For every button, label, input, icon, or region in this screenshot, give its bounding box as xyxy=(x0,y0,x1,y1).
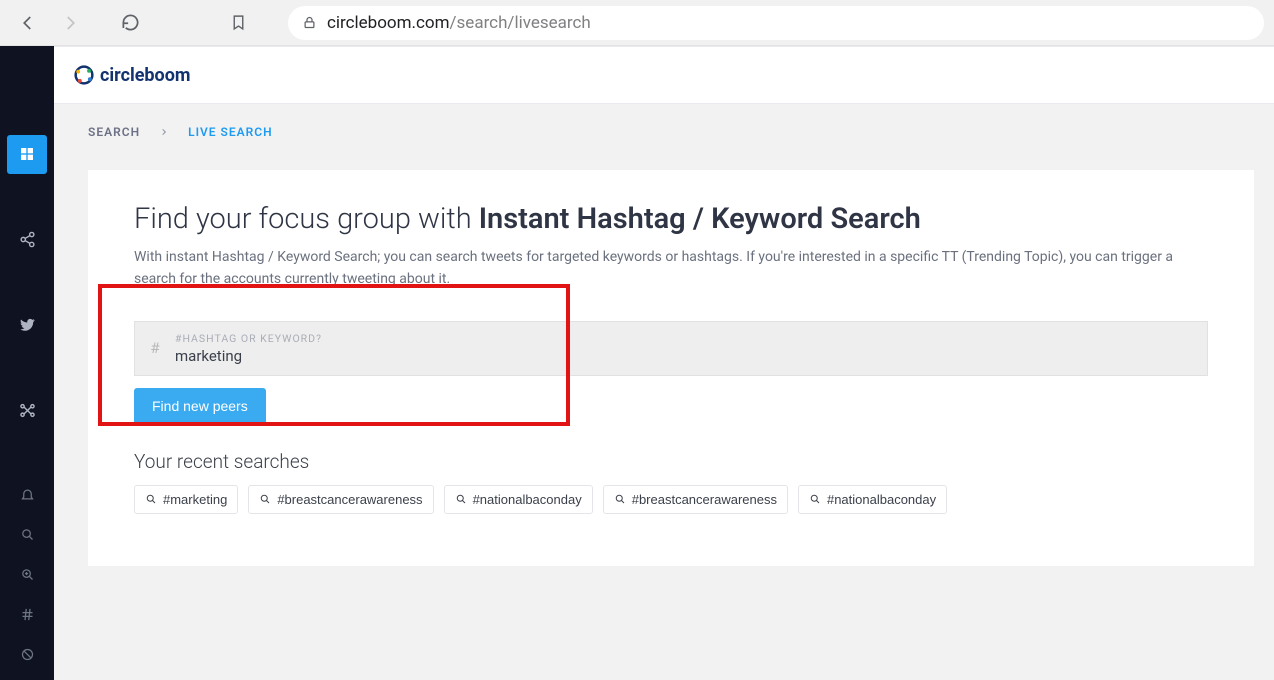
chevron-right-icon xyxy=(160,128,168,136)
recent-search-tag[interactable]: #nationalbaconday xyxy=(444,485,593,514)
logo[interactable]: circleboom xyxy=(74,65,190,86)
sidebar-item-connections[interactable] xyxy=(7,391,47,430)
recent-searches-heading: Your recent searches xyxy=(134,450,1208,473)
breadcrumb-current: Live Search xyxy=(188,125,273,139)
page-description: With instant Hashtag / Keyword Search; y… xyxy=(134,246,1208,291)
sidebar-nav xyxy=(0,46,54,680)
app-header: circleboom xyxy=(54,46,1274,104)
sidebar-item-dashboard[interactable] xyxy=(7,135,47,174)
sidebar-item-blocked[interactable] xyxy=(9,636,45,672)
recent-search-tag[interactable]: #breastcancerawareness xyxy=(248,485,433,514)
address-bar[interactable]: circleboom.com/search/livesearch xyxy=(288,6,1264,40)
sidebar-item-hashtag[interactable] xyxy=(9,596,45,632)
sidebar-item-notifications[interactable] xyxy=(9,476,45,512)
logo-mark-icon xyxy=(74,65,94,85)
browser-toolbar: circleboom.com/search/livesearch xyxy=(0,0,1274,46)
recent-search-tag[interactable]: #nationalbaconday xyxy=(798,485,947,514)
search-field[interactable]: # #Hashtag or Keyword? xyxy=(134,321,1208,376)
reload-button[interactable] xyxy=(112,5,148,41)
sidebar-item-twitter[interactable] xyxy=(7,305,47,344)
hash-prefix-icon: # xyxy=(135,322,175,375)
url-domain: circleboom.com xyxy=(327,13,450,33)
url-text: circleboom.com/search/livesearch xyxy=(327,13,591,33)
lock-icon xyxy=(302,15,317,30)
search-icon xyxy=(145,493,157,505)
find-peers-button[interactable]: Find new peers xyxy=(134,388,266,424)
recent-search-label: #nationalbaconday xyxy=(827,492,936,507)
bookmark-icon[interactable] xyxy=(220,5,256,41)
recent-search-label: #breastcancerawareness xyxy=(632,492,777,507)
recent-search-tag[interactable]: #breastcancerawareness xyxy=(603,485,788,514)
recent-search-label: #marketing xyxy=(163,492,227,507)
search-field-label: #Hashtag or Keyword? xyxy=(175,332,1197,345)
search-icon xyxy=(809,493,821,505)
breadcrumb: Search Live Search xyxy=(54,104,1274,160)
main-card: Find your focus group with Instant Hasht… xyxy=(88,170,1254,566)
search-icon xyxy=(614,493,626,505)
sidebar-item-share[interactable] xyxy=(7,220,47,259)
back-button[interactable] xyxy=(10,5,46,41)
search-input[interactable] xyxy=(175,347,1197,365)
recent-search-tag[interactable]: #marketing xyxy=(134,485,238,514)
url-path: /search/livesearch xyxy=(450,13,591,33)
search-icon xyxy=(455,493,467,505)
page-title: Find your focus group with Instant Hasht… xyxy=(134,202,1208,236)
page-title-light: Find your focus group with xyxy=(134,202,479,236)
forward-button[interactable] xyxy=(52,5,88,41)
sidebar-item-search-plus[interactable] xyxy=(9,556,45,592)
recent-search-label: #nationalbaconday xyxy=(473,492,582,507)
logo-text: circleboom xyxy=(100,65,190,86)
recent-searches-list: #marketing #breastcancerawareness #natio… xyxy=(134,485,1208,514)
sidebar-item-search[interactable] xyxy=(9,516,45,552)
search-icon xyxy=(259,493,271,505)
breadcrumb-root[interactable]: Search xyxy=(88,125,140,139)
recent-search-label: #breastcancerawareness xyxy=(277,492,422,507)
page-title-bold: Instant Hashtag / Keyword Search xyxy=(479,202,921,236)
